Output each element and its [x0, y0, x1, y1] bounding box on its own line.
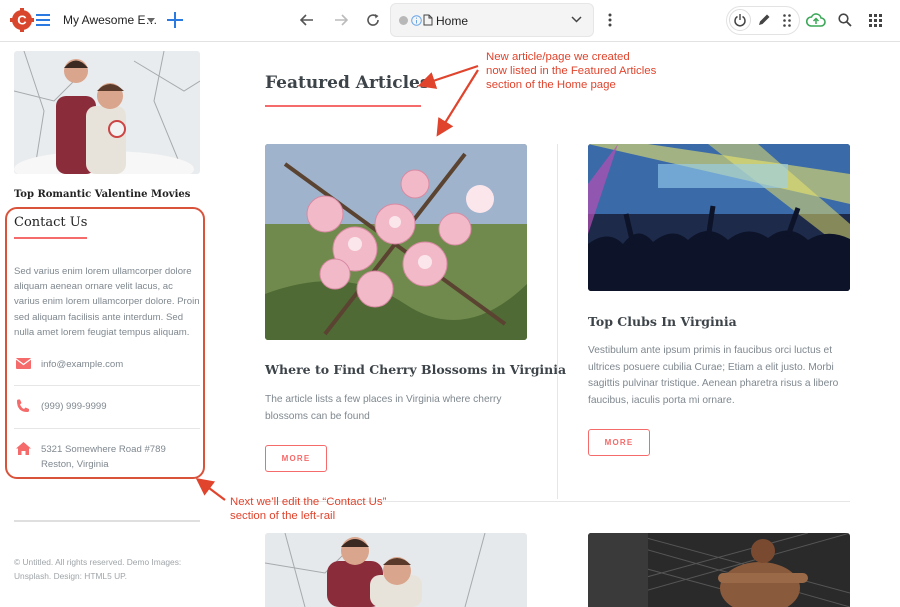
- annotation-arrow: [195, 478, 226, 501]
- article-excerpt: The article lists a few places in Virgin…: [265, 394, 502, 422]
- annotation-bottom: Next we’ll edit the “Contact Us” section…: [230, 495, 386, 523]
- column-divider: [557, 144, 558, 499]
- cherry-blossom-image[interactable]: [265, 144, 527, 340]
- annotation-bottom-line: Next we’ll edit the “Contact Us”: [230, 496, 387, 508]
- annotation-bottom-line: section of the left-rail: [230, 510, 336, 522]
- article-excerpt: Vestibulum ante ipsum primis in faucibus…: [588, 345, 839, 406]
- article-title[interactable]: Top Clubs In Virginia: [588, 314, 737, 329]
- article-title[interactable]: Where to Find Cherry Blossoms in Virgini…: [265, 362, 566, 377]
- club-crowd-image[interactable]: [588, 144, 850, 291]
- fitness-article-image[interactable]: [588, 533, 850, 607]
- more-button[interactable]: MORE: [265, 445, 327, 472]
- annotation-arrow: [436, 69, 479, 137]
- couple-article-image[interactable]: [265, 533, 527, 607]
- more-button[interactable]: MORE: [588, 429, 650, 456]
